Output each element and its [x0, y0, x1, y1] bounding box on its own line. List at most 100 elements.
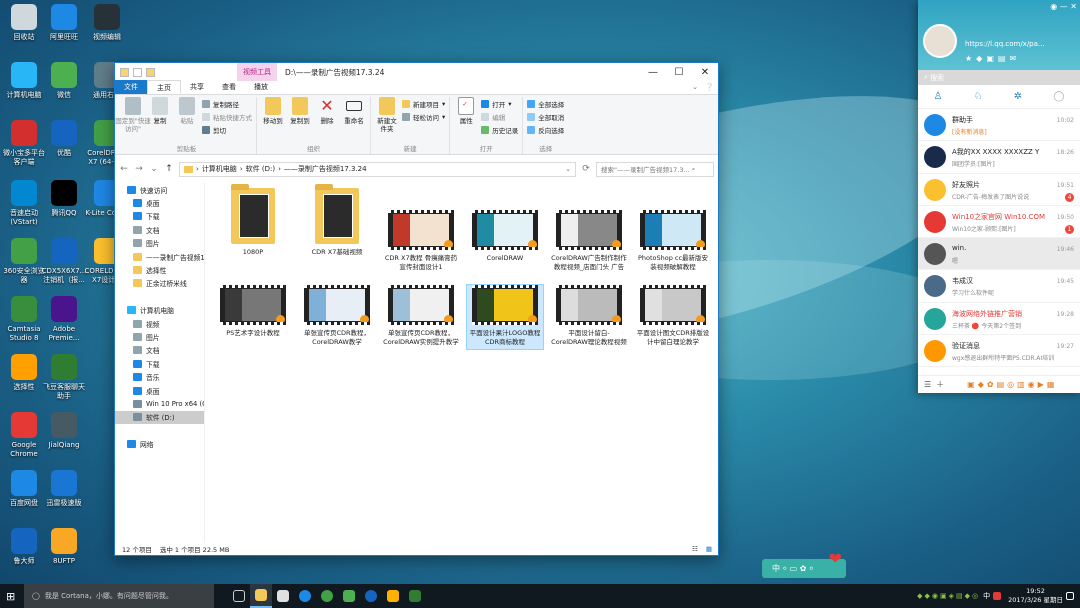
app-tray-icons[interactable]: ▣◆✿▤◎▥◉▶▦: [967, 380, 1057, 389]
qq-search-input[interactable]: ⌕ 搜索: [918, 70, 1080, 85]
nav-item[interactable]: 下载: [115, 357, 204, 370]
cortana-search[interactable]: ◯ 我是 Cortana，小娜。有问题尽管问我。: [24, 584, 214, 608]
ime-indicator[interactable]: 中: [983, 591, 990, 601]
nav-item[interactable]: 网络: [115, 437, 204, 450]
video-file-item[interactable]: 平面设计留白-CorelDRAW理论教程视频: [551, 285, 627, 349]
new-folder-button[interactable]: 新建文件夹: [375, 97, 399, 133]
wechat-taskbar-icon[interactable]: [338, 584, 360, 608]
tab-play[interactable]: 播放: [245, 80, 277, 94]
new-folder-icon[interactable]: [146, 67, 155, 77]
navigation-pane[interactable]: 快速访问 桌面 下载 文档 图片 ——录制广告视频1 选择性 正余过桥米线 计算机电脑 视频 图片文…: [115, 183, 205, 543]
paste-shortcut-button[interactable]: 粘贴快捷方式: [202, 112, 252, 122]
file-explorer-taskbar-icon[interactable]: [250, 584, 272, 608]
player-taskbar-icon[interactable]: [360, 584, 382, 608]
nav-item[interactable]: 视频: [115, 317, 204, 330]
add-icon[interactable]: ＋: [936, 379, 944, 390]
nav-item[interactable]: 图片: [115, 330, 204, 343]
tab-share[interactable]: 共享: [181, 80, 213, 94]
sogou-icon[interactable]: [993, 592, 1002, 600]
video-file-item[interactable]: PhotoShop cc最新版安装视频破解教程: [635, 188, 711, 271]
chat-item[interactable]: Win10之家官网 Win10.COM Win10之家-顾熙:[图片] 19:50 1: [918, 206, 1080, 239]
paste-button[interactable]: 粘贴: [175, 97, 199, 125]
nav-item[interactable]: 桌面: [115, 384, 204, 397]
folder-icon[interactable]: [120, 67, 129, 77]
copy-button[interactable]: 复制: [148, 97, 172, 125]
nav-item[interactable]: 快速访问: [115, 183, 204, 196]
video-file-item[interactable]: 单张宣传页CDR教程，CorelDRAW教学: [299, 285, 375, 349]
nav-item[interactable]: ——录制广告视频1: [115, 250, 204, 263]
copy-to-button[interactable]: 复制到: [288, 97, 312, 125]
desktop-icon[interactable]: 飞豆客服聊天助手: [40, 354, 88, 401]
nav-item[interactable]: 正余过桥米线: [115, 277, 204, 290]
invert-selection-button[interactable]: 反向选择: [527, 125, 564, 135]
desktop-icon[interactable]: Adobe Premie...: [40, 296, 88, 343]
nav-item[interactable]: 音乐: [115, 370, 204, 383]
desktop-icon[interactable]: 阿里旺旺: [40, 4, 88, 42]
notifications-icon[interactable]: [1066, 592, 1074, 600]
nav-item[interactable]: 计算机电脑: [115, 304, 204, 317]
chevron-down-icon[interactable]: ⌄: [149, 164, 159, 174]
video-file-item[interactable]: CorelDRAW广告制作制作教程视频_店面门头 广告: [551, 188, 627, 271]
chat-item[interactable]: 群助手 [没有新消息] 10:02: [918, 109, 1080, 142]
desktop-icon[interactable]: CDX5X6X7...注销机（报...: [40, 238, 88, 285]
cut-button[interactable]: 剪切: [202, 125, 252, 135]
delete-button[interactable]: ✕ 删除: [315, 97, 339, 126]
title-bar[interactable]: 视频工具 D:\——录制广告视频17.3.24 — ☐ ✕: [115, 63, 718, 81]
contacts-tab-icon[interactable]: ♙: [934, 91, 943, 102]
large-icons-view-icon[interactable]: ▦: [706, 545, 718, 553]
details-view-icon[interactable]: ☷: [692, 545, 698, 553]
breadcrumb-drive[interactable]: 软件 (D:): [246, 164, 275, 174]
nav-item[interactable]: Win 10 Pro x64 (C: [115, 397, 204, 410]
clock[interactable]: 19:52 2017/3/26 星期日: [1008, 587, 1063, 605]
qq-window-controls[interactable]: ◉ — ✕: [1050, 2, 1077, 11]
qq-panel[interactable]: ◉ — ✕ https://l.qq.com/x/pa... ★◆▣▤✉ ⌕ 搜…: [918, 0, 1080, 393]
easy-access-button[interactable]: 轻松访问 ▾: [402, 112, 445, 122]
video-file-item[interactable]: 平面设计果汁LOGO教程 CDR商标教程: [466, 284, 544, 350]
video-tools-tab[interactable]: 视频工具: [237, 63, 277, 81]
chat-item[interactable]: A我的XX XXXX XXXXZZ Y 国团学员:[图片] 18:26: [918, 141, 1080, 174]
refresh-icon[interactable]: ⟳: [581, 164, 591, 174]
maximize-button[interactable]: ☐: [666, 63, 692, 81]
history-button[interactable]: 历史记录: [481, 125, 518, 135]
open-button[interactable]: 打开 ▾: [481, 99, 518, 109]
quick-access-toolbar[interactable]: [115, 67, 155, 77]
back-arrow-icon[interactable]: ←: [119, 164, 129, 174]
nav-item[interactable]: 图片: [115, 237, 204, 250]
nav-item[interactable]: 下载: [115, 210, 204, 223]
tab-home[interactable]: 主页: [147, 80, 181, 94]
up-arrow-icon[interactable]: ↑: [164, 164, 174, 174]
desktop-icon[interactable]: 8UFTP: [40, 528, 88, 566]
rename-button[interactable]: 重命名: [342, 97, 366, 125]
breadcrumb-folder[interactable]: ——录制广告视频17.3.24: [284, 164, 367, 174]
address-bar[interactable]: › 计算机电脑 › 软件 (D:) › ——录制广告视频17.3.24 ⌄: [179, 161, 576, 177]
chat-item[interactable]: win. 嗯 19:46: [918, 238, 1080, 271]
nav-item[interactable]: 桌面: [115, 196, 204, 209]
menu-icon[interactable]: ☰: [924, 380, 931, 389]
select-none-button[interactable]: 全部取消: [527, 112, 564, 122]
search-input[interactable]: 搜索"——录制广告视频17.3... ⌕: [596, 161, 714, 177]
video-file-item[interactable]: 平面设计图文CDR排版设计中留白理论教学: [635, 285, 711, 349]
chat-item[interactable]: 验证消息 wgx感退出群所特平面PS.CDR.AI培训 19:27: [918, 335, 1080, 368]
task-view-icon[interactable]: [228, 584, 250, 608]
ime-floating-bar[interactable]: 中 ⸰ ▭ ✿ ⸰ ❤: [762, 549, 846, 578]
app-taskbar-icon[interactable]: [382, 584, 404, 608]
avatar[interactable]: [923, 24, 957, 58]
help-icon[interactable]: ❔: [705, 80, 714, 94]
tab-view[interactable]: 查看: [213, 80, 245, 94]
video-file-item[interactable]: CDR X7教程 骨痍痛膏药宣传封面设计1: [383, 188, 459, 271]
qq-chat-list[interactable]: 群助手 [没有新消息] 10:02 A我的XX XXXX XXXXZZ Y 国团学员:[…: [918, 109, 1080, 368]
store-taskbar-icon[interactable]: [272, 584, 294, 608]
360-taskbar-icon[interactable]: [316, 584, 338, 608]
tray-icons[interactable]: ◆◆◉▣◈▤◆◎: [917, 592, 980, 600]
start-button[interactable]: ⊞: [6, 590, 15, 603]
nav-item[interactable]: 文档: [115, 344, 204, 357]
file-explorer-window[interactable]: 视频工具 D:\——录制广告视频17.3.24 — ☐ ✕ 文件 主页 共享 查…: [114, 62, 719, 556]
properties-icon[interactable]: [133, 67, 142, 77]
chat-item[interactable]: 海波网络外链推广营销 三杯茶 🔴 今天第2个签到 19:28: [918, 303, 1080, 336]
move-to-button[interactable]: 移动到: [261, 97, 285, 125]
desktop-icon[interactable]: 微信: [40, 62, 88, 100]
minimize-button[interactable]: —: [640, 63, 666, 81]
tab-file[interactable]: 文件: [115, 80, 147, 94]
chevron-down-icon[interactable]: ⌄: [692, 80, 698, 94]
properties-button[interactable]: ✓ 属性: [454, 97, 478, 125]
